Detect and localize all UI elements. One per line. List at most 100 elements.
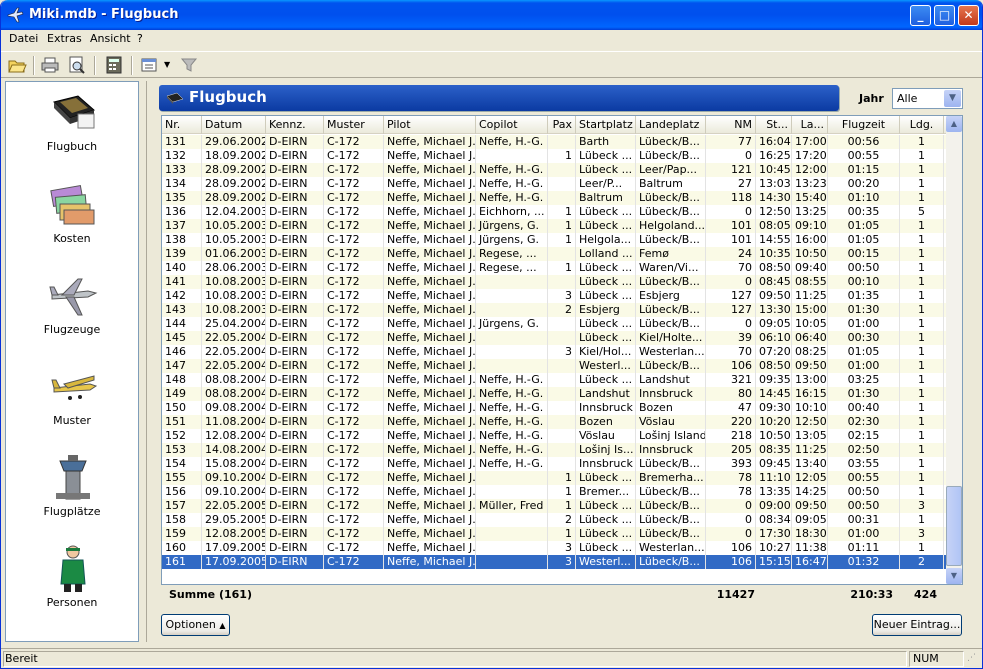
- cell-datum: 28.09.2002: [202, 191, 266, 205]
- menu-help[interactable]: ?: [137, 32, 143, 45]
- chevron-down-icon[interactable]: ▼: [944, 90, 961, 107]
- cell-flugzeit: 00:56: [828, 135, 900, 149]
- table-row[interactable]: 146 22.05.2004 D-EIRN C-172 Neffe, Michael J…: [162, 345, 946, 359]
- table-row[interactable]: 161 17.09.2005 D-EIRN C-172 Neffe, Michael J…: [162, 555, 946, 569]
- maximize-icon[interactable]: □: [934, 5, 955, 26]
- cell-landeplatz: Lübeck/B...: [636, 555, 706, 569]
- table-row[interactable]: 135 28.09.2002 D-EIRN C-172 Neffe, Michael J…: [162, 191, 946, 205]
- column-header-copilot[interactable]: Copilot: [476, 116, 548, 134]
- column-header-landeplatz[interactable]: Landeplatz: [636, 116, 706, 134]
- table-row[interactable]: 147 22.05.2004 D-EIRN C-172 Neffe, Michael J…: [162, 359, 946, 373]
- column-header-nr[interactable]: Nr.: [162, 116, 202, 134]
- table-row[interactable]: 137 10.05.2003 D-EIRN C-172 Neffe, Michael J…: [162, 219, 946, 233]
- table-row[interactable]: 141 10.08.2003 D-EIRN C-172 Neffe, Michael J…: [162, 275, 946, 289]
- title-bar[interactable]: Miki.mdb - Flugbuch _ □ ✕: [1, 0, 982, 30]
- view-icon[interactable]: [140, 56, 160, 74]
- year-select[interactable]: Alle ▼: [892, 88, 963, 109]
- summary-label: Summe (161): [169, 588, 252, 601]
- cell-kennz: D-EIRN: [266, 331, 324, 345]
- column-header-flugzeit[interactable]: Flugzeit: [828, 116, 900, 134]
- print-preview-icon[interactable]: [67, 56, 87, 74]
- cell-pax: [548, 387, 576, 401]
- table-row[interactable]: 140 28.06.2003 D-EIRN C-172 Neffe, Michael J…: [162, 261, 946, 275]
- cell-nm: 77: [706, 135, 756, 149]
- table-row[interactable]: 151 11.08.2004 D-EIRN C-172 Neffe, Michael J…: [162, 415, 946, 429]
- column-header-kennz[interactable]: Kennz.: [266, 116, 324, 134]
- close-icon[interactable]: ✕: [958, 5, 979, 26]
- cell-pax: [548, 401, 576, 415]
- column-header-pilot[interactable]: Pilot: [384, 116, 476, 134]
- cell-flugzeit: 01:32: [828, 555, 900, 569]
- table-row[interactable]: 159 12.08.2005 D-EIRN C-172 Neffe, Michael J…: [162, 527, 946, 541]
- table-row[interactable]: 132 18.09.2002 D-EIRN C-172 Neffe, Michael J…: [162, 149, 946, 163]
- open-folder-icon[interactable]: [7, 56, 27, 74]
- print-icon[interactable]: [40, 56, 60, 74]
- scrollbar-thumb[interactable]: [946, 486, 962, 566]
- cell-muster: C-172: [324, 457, 384, 471]
- column-header-landung[interactable]: La...: [792, 116, 828, 134]
- sidebar-item-personen[interactable]: Personen: [6, 538, 138, 628]
- table-row[interactable]: 144 25.04.2004 D-EIRN C-172 Neffe, Michael J…: [162, 317, 946, 331]
- cell-landung: 10:10: [792, 401, 828, 415]
- sidebar-item-kosten[interactable]: Kosten: [6, 174, 138, 264]
- cell-muster: C-172: [324, 149, 384, 163]
- cell-nm: 24: [706, 247, 756, 261]
- column-header-start[interactable]: St...: [756, 116, 792, 134]
- minimize-icon[interactable]: _: [910, 5, 931, 26]
- cell-flugzeit: 03:55: [828, 457, 900, 471]
- table-row[interactable]: 134 28.09.2002 D-EIRN C-172 Neffe, Michael J…: [162, 177, 946, 191]
- new-entry-button[interactable]: Neuer Eintrag...: [872, 614, 962, 636]
- table-row[interactable]: 152 12.08.2004 D-EIRN C-172 Neffe, Michael J…: [162, 429, 946, 443]
- cell-datum: 08.08.2004: [202, 373, 266, 387]
- cell-muster: C-172: [324, 429, 384, 443]
- calculator-icon[interactable]: [104, 56, 124, 74]
- table-row[interactable]: 153 14.08.2004 D-EIRN C-172 Neffe, Michael J…: [162, 443, 946, 457]
- table-row[interactable]: 158 29.05.2005 D-EIRN C-172 Neffe, Michael J…: [162, 513, 946, 527]
- resize-grip-icon[interactable]: ⋰: [967, 653, 976, 663]
- sidebar-item-flugplaetze[interactable]: Flugplätze: [6, 447, 138, 537]
- table-row[interactable]: 143 10.08.2003 D-EIRN C-172 Neffe, Michael J…: [162, 303, 946, 317]
- table-row[interactable]: 145 22.05.2004 D-EIRN C-172 Neffe, Michael J…: [162, 331, 946, 345]
- column-header-muster[interactable]: Muster: [324, 116, 384, 134]
- table-row[interactable]: 139 01.06.2003 D-EIRN C-172 Neffe, Michael J…: [162, 247, 946, 261]
- table-row[interactable]: 150 09.08.2004 D-EIRN C-172 Neffe, Michael J…: [162, 401, 946, 415]
- sidebar-item-muster[interactable]: Muster: [6, 356, 138, 446]
- column-header-startplatz[interactable]: Startplatz: [576, 116, 636, 134]
- table-row[interactable]: 138 10.05.2003 D-EIRN C-172 Neffe, Michael J…: [162, 233, 946, 247]
- cell-pilot: Neffe, Michael J.: [384, 275, 476, 289]
- table-row[interactable]: 136 12.04.2003 D-EIRN C-172 Neffe, Michael J…: [162, 205, 946, 219]
- cell-muster: C-172: [324, 541, 384, 555]
- cell-ldg: 1: [900, 373, 944, 387]
- column-header-pax[interactable]: Pax: [548, 116, 576, 134]
- table-row[interactable]: 149 08.08.2004 D-EIRN C-172 Neffe, Michael J…: [162, 387, 946, 401]
- cell-landeplatz: Innsbruck: [636, 387, 706, 401]
- table-row[interactable]: 133 28.09.2002 D-EIRN C-172 Neffe, Michael J…: [162, 163, 946, 177]
- menu-ansicht[interactable]: Ansicht: [90, 32, 131, 45]
- cell-start: 10:45: [756, 163, 792, 177]
- scroll-up-icon[interactable]: ▲: [946, 116, 962, 132]
- table-row[interactable]: 154 15.08.2004 D-EIRN C-172 Neffe, Michael J…: [162, 457, 946, 471]
- column-header-nm[interactable]: NM: [706, 116, 756, 134]
- sidebar-item-flugzeuge[interactable]: Flugzeuge: [6, 265, 138, 355]
- table-row[interactable]: 131 29.06.2002 D-EIRN C-172 Neffe, Michael J…: [162, 135, 946, 149]
- menu-datei[interactable]: Datei: [9, 32, 38, 45]
- table-row[interactable]: 155 09.10.2004 D-EIRN C-172 Neffe, Michael J…: [162, 471, 946, 485]
- column-header-datum[interactable]: Datum: [202, 116, 266, 134]
- vertical-scrollbar[interactable]: ▲ ▼: [946, 116, 962, 584]
- cell-datum: 10.08.2003: [202, 289, 266, 303]
- menu-extras[interactable]: Extras: [47, 32, 82, 45]
- options-button[interactable]: Optionen ▲: [161, 614, 230, 636]
- filter-icon[interactable]: [179, 56, 199, 74]
- table-row[interactable]: 157 22.05.2005 D-EIRN C-172 Neffe, Michael J…: [162, 499, 946, 513]
- table-row[interactable]: 156 09.10.2004 D-EIRN C-172 Neffe, Michael J…: [162, 485, 946, 499]
- dropdown-arrow-icon[interactable]: ▼: [164, 60, 170, 69]
- cell-kennz: D-EIRN: [266, 303, 324, 317]
- scroll-down-icon[interactable]: ▼: [946, 568, 962, 584]
- logbook-icon: [53, 95, 95, 129]
- column-header-ldg[interactable]: Ldg.: [900, 116, 944, 134]
- table-row[interactable]: 148 08.08.2004 D-EIRN C-172 Neffe, Michael J…: [162, 373, 946, 387]
- sidebar-item-flugbuch[interactable]: Flugbuch: [6, 82, 138, 172]
- table-row[interactable]: 142 10.08.2003 D-EIRN C-172 Neffe, Michael J…: [162, 289, 946, 303]
- cell-startplatz: Lolland ...: [576, 247, 636, 261]
- table-row[interactable]: 160 17.09.2005 D-EIRN C-172 Neffe, Michael J…: [162, 541, 946, 555]
